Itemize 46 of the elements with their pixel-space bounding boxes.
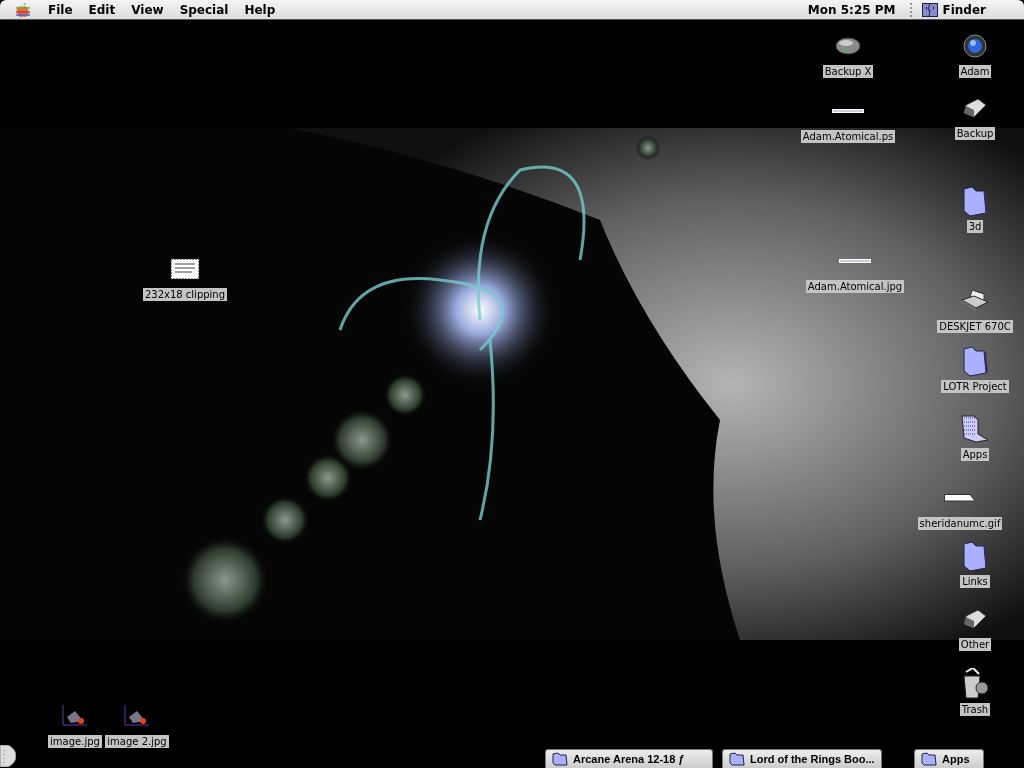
menu-title[interactable]: View [123, 2, 172, 17]
icon-label[interactable]: Apps [960, 448, 990, 461]
icon-label[interactable]: image 2.jpg [105, 735, 169, 748]
drive-icon[interactable] [962, 608, 988, 630]
icon-label[interactable]: Adam.Atomical.jpg [805, 280, 905, 293]
icon-label[interactable]: 232x18 clipping [142, 288, 228, 301]
drive-icon[interactable] [962, 97, 988, 119]
control-strip-tab[interactable] [0, 745, 16, 767]
image-thumbnail-icon[interactable] [61, 705, 89, 727]
menu-title[interactable]: Edit [80, 2, 124, 17]
folder-icon [921, 752, 937, 766]
menu-title[interactable]: Help [236, 2, 284, 17]
image-thumbnail-icon[interactable] [123, 705, 151, 727]
folder-icon [729, 752, 745, 766]
menu-title[interactable]: Special [171, 2, 237, 17]
grip-icon [909, 2, 914, 17]
window-tab[interactable]: Lord of the Rings Boo... [722, 749, 882, 768]
window-tab[interactable]: Arcane Arena 12-18 ƒ [545, 749, 713, 768]
icon-label[interactable]: Links [960, 575, 990, 588]
menu-title[interactable]: File [40, 2, 81, 17]
icon-label[interactable]: sheridanumc.gif [917, 517, 1003, 530]
shared-folder-icon[interactable] [960, 414, 990, 444]
printer-icon[interactable] [960, 288, 990, 314]
icon-label[interactable]: Adam [958, 65, 992, 78]
icon-label[interactable]: LOTR Project [941, 380, 1009, 393]
icon-label[interactable]: Adam.Atomical.ps [800, 130, 896, 143]
disk-drive-icon[interactable] [835, 36, 861, 56]
finder-face-icon [921, 2, 938, 17]
folder-icon[interactable] [962, 540, 988, 572]
globe-icon[interactable] [963, 34, 987, 58]
icon-label[interactable]: DESKJET 670C [937, 320, 1013, 333]
application-menu[interactable]: Finder [919, 2, 1024, 17]
menu-clock[interactable]: Mon 5:25 PM [799, 2, 904, 17]
trash-icon[interactable] [961, 668, 989, 700]
folder-icon[interactable] [962, 185, 988, 217]
icon-label[interactable]: Backup [954, 127, 996, 140]
icon-label[interactable]: Trash [959, 703, 991, 716]
folder-icon [552, 752, 568, 766]
clipping-icon[interactable] [170, 258, 200, 280]
folder-icon[interactable] [962, 345, 988, 377]
icon-label[interactable]: image.jpg [48, 735, 102, 748]
icon-label[interactable]: Backup X [822, 65, 874, 78]
document-icon[interactable] [944, 494, 976, 502]
icon-label[interactable]: Other [958, 638, 992, 651]
window-tab[interactable]: Apps [914, 749, 984, 768]
apple-menu-icon[interactable] [16, 1, 30, 18]
